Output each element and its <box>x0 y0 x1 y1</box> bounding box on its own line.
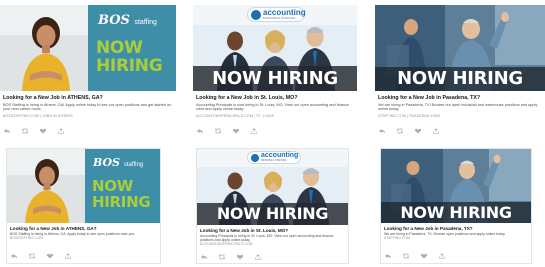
now-hiring-text: NOW HIRING <box>92 177 151 211</box>
ad-image-stlouis[interactable]: accounting PRINCIPALS STAFFING NOW HIRIN… <box>193 5 357 91</box>
ad-card-athens-small[interactable]: BOS staffing NOW HIRING Looking for a Ne… <box>6 148 161 264</box>
ad-description: Accounting Principals is hiring in St. L… <box>200 233 334 242</box>
now-hiring-text: NOW HIRING <box>212 68 338 89</box>
retweet-icon[interactable] <box>402 253 410 259</box>
ad-card-stlouis-large[interactable]: accounting PRINCIPALS STAFFING NOW HIRIN… <box>193 5 357 137</box>
ad-image-pasadena[interactable]: NOW HIRING <box>381 149 531 223</box>
ad-domain[interactable]: BOSSTAFFING.COM | JOBS IN ATHENS <box>3 114 173 119</box>
ad-domain[interactable]: STAFFING.COM | PASADENA JOBS <box>378 114 542 119</box>
ad-card-stlouis-small[interactable]: accounting PRINCIPALS STAFFING NOW HIRIN… <box>196 148 349 264</box>
now-hiring-text: NOW HIRING <box>400 203 512 222</box>
now-hiring-text: NOW HIRING <box>96 38 163 76</box>
now-hiring-text: NOW HIRING <box>397 68 523 89</box>
accounting-logo: accounting PRINCIPALS STAFFING <box>247 7 306 22</box>
ad-image-athens[interactable]: BOS staffing NOW HIRING <box>0 5 176 91</box>
share-icon[interactable] <box>64 253 72 259</box>
retweet-icon[interactable] <box>396 128 404 134</box>
reply-icon[interactable] <box>378 128 386 134</box>
ad-headline[interactable]: Looking for a New Job in Pasadena, TX? <box>378 95 542 102</box>
ad-card-athens-large[interactable]: BOS staffing NOW HIRING Looking for a Ne… <box>0 5 176 137</box>
ad-description: We are hiring in Pasadena, TX! Browse ou… <box>378 102 538 112</box>
bos-staffing-text: staffing <box>123 162 144 168</box>
ad-domain[interactable]: ACCOUNTINGPRINCIPALS.COM <box>200 242 345 246</box>
now-hiring-text: NOW HIRING <box>216 204 329 223</box>
accounting-logo-word: accounting <box>263 8 306 17</box>
accounting-logo-word: accounting <box>261 152 299 159</box>
share-icon[interactable] <box>438 253 446 259</box>
woman-photo <box>7 149 87 223</box>
reply-icon[interactable] <box>200 254 208 260</box>
hiring-word: HIRING <box>96 56 163 76</box>
ad-card-pasadena-small[interactable]: NOW HIRING Looking for a New Job in Pasa… <box>380 148 532 264</box>
accounting-logo-tagline: PRINCIPALS STAFFING <box>263 17 296 20</box>
retweet-icon[interactable] <box>28 253 36 259</box>
ad-image-stlouis[interactable]: accounting PRINCIPALS STAFFING NOW HIRIN… <box>197 149 348 225</box>
share-icon[interactable] <box>254 254 262 260</box>
accounting-logo-circle <box>251 154 259 162</box>
bos-logo-text: BOS <box>98 13 130 28</box>
hiring-word: HIRING <box>92 193 151 211</box>
bos-staffing-text: staffing <box>134 19 157 26</box>
reply-icon[interactable] <box>196 128 204 134</box>
ad-domain[interactable]: BOSSTAFFING.COM <box>10 236 157 240</box>
ad-description: Accounting Principals is now hiring in S… <box>196 102 349 112</box>
bos-logo-text: BOS <box>93 156 121 169</box>
ad-domain[interactable]: STAFFING.COM <box>384 236 528 240</box>
share-icon[interactable] <box>432 128 440 134</box>
accounting-logo-circle <box>251 10 261 20</box>
ad-image-pasadena[interactable]: NOW HIRING <box>375 5 545 91</box>
bos-brand-panel: BOS staffing NOW HIRING <box>85 149 160 223</box>
now-word: NOW <box>92 177 133 195</box>
ad-headline[interactable]: Looking for a New Job in St. Louis, MO? <box>196 95 354 102</box>
retweet-icon[interactable] <box>21 128 29 134</box>
like-icon[interactable] <box>414 128 422 134</box>
like-icon[interactable] <box>39 128 47 134</box>
ad-description: BOS Staffing is hiring in Athens, GA! Ap… <box>3 102 172 112</box>
accounting-logo: accounting PRINCIPALS STAFFING <box>247 151 301 164</box>
now-word: NOW <box>96 38 143 58</box>
bos-brand-panel: BOS staffing NOW HIRING <box>88 5 176 91</box>
reply-icon[interactable] <box>10 253 18 259</box>
retweet-icon[interactable] <box>214 128 222 134</box>
woman-photo <box>0 5 90 91</box>
like-icon[interactable] <box>236 254 244 260</box>
ad-card-pasadena-large[interactable]: NOW HIRING Looking for a New Job in Pasa… <box>375 5 545 137</box>
reply-icon[interactable] <box>3 128 11 134</box>
reply-icon[interactable] <box>384 253 392 259</box>
ad-domain[interactable]: ACCOUNTINGPRINCIPALS.COM | ST. LOUIS <box>196 114 354 119</box>
like-icon[interactable] <box>232 128 240 134</box>
like-icon[interactable] <box>46 253 54 259</box>
ad-headline[interactable]: Looking for a New Job in ATHENS, GA? <box>3 95 173 102</box>
share-icon[interactable] <box>57 128 65 134</box>
share-icon[interactable] <box>250 128 258 134</box>
like-icon[interactable] <box>420 253 428 259</box>
retweet-icon[interactable] <box>218 254 226 260</box>
accounting-logo-tagline: PRINCIPALS STAFFING <box>261 160 287 162</box>
ad-image-athens[interactable]: BOS staffing NOW HIRING <box>7 149 160 223</box>
